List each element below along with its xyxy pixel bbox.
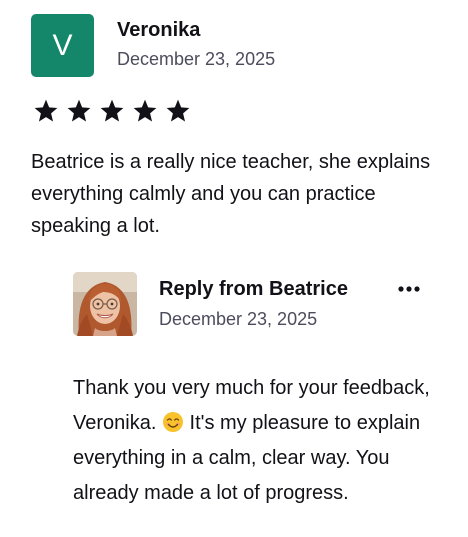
smiling-face-icon (162, 412, 183, 432)
review-date: December 23, 2025 (117, 49, 276, 69)
reply-date: December 23, 2025 (159, 309, 318, 329)
review-text: Beatrice is a really nice teacher, she e… (31, 151, 431, 237)
review-card: V Veronika December 23, 2025 Beatrice is… (0, 0, 468, 537)
reviewer-avatar-initial: V (52, 28, 73, 62)
star-icon (133, 99, 157, 122)
star-icon (166, 99, 190, 122)
reply-title: Reply from Beatrice (159, 278, 348, 300)
star-icon (34, 99, 58, 122)
more-dots-icon (398, 286, 420, 292)
tutor-avatar (73, 272, 137, 336)
reviewer-name: Veronika (117, 19, 201, 41)
star-icon (67, 99, 91, 122)
star-rating (33, 98, 191, 124)
star-icon (100, 99, 124, 122)
reply-text: Thank you very much for your feedback, V… (73, 371, 438, 511)
reviewer-avatar: V (31, 14, 94, 77)
more-options-button[interactable] (394, 276, 424, 302)
